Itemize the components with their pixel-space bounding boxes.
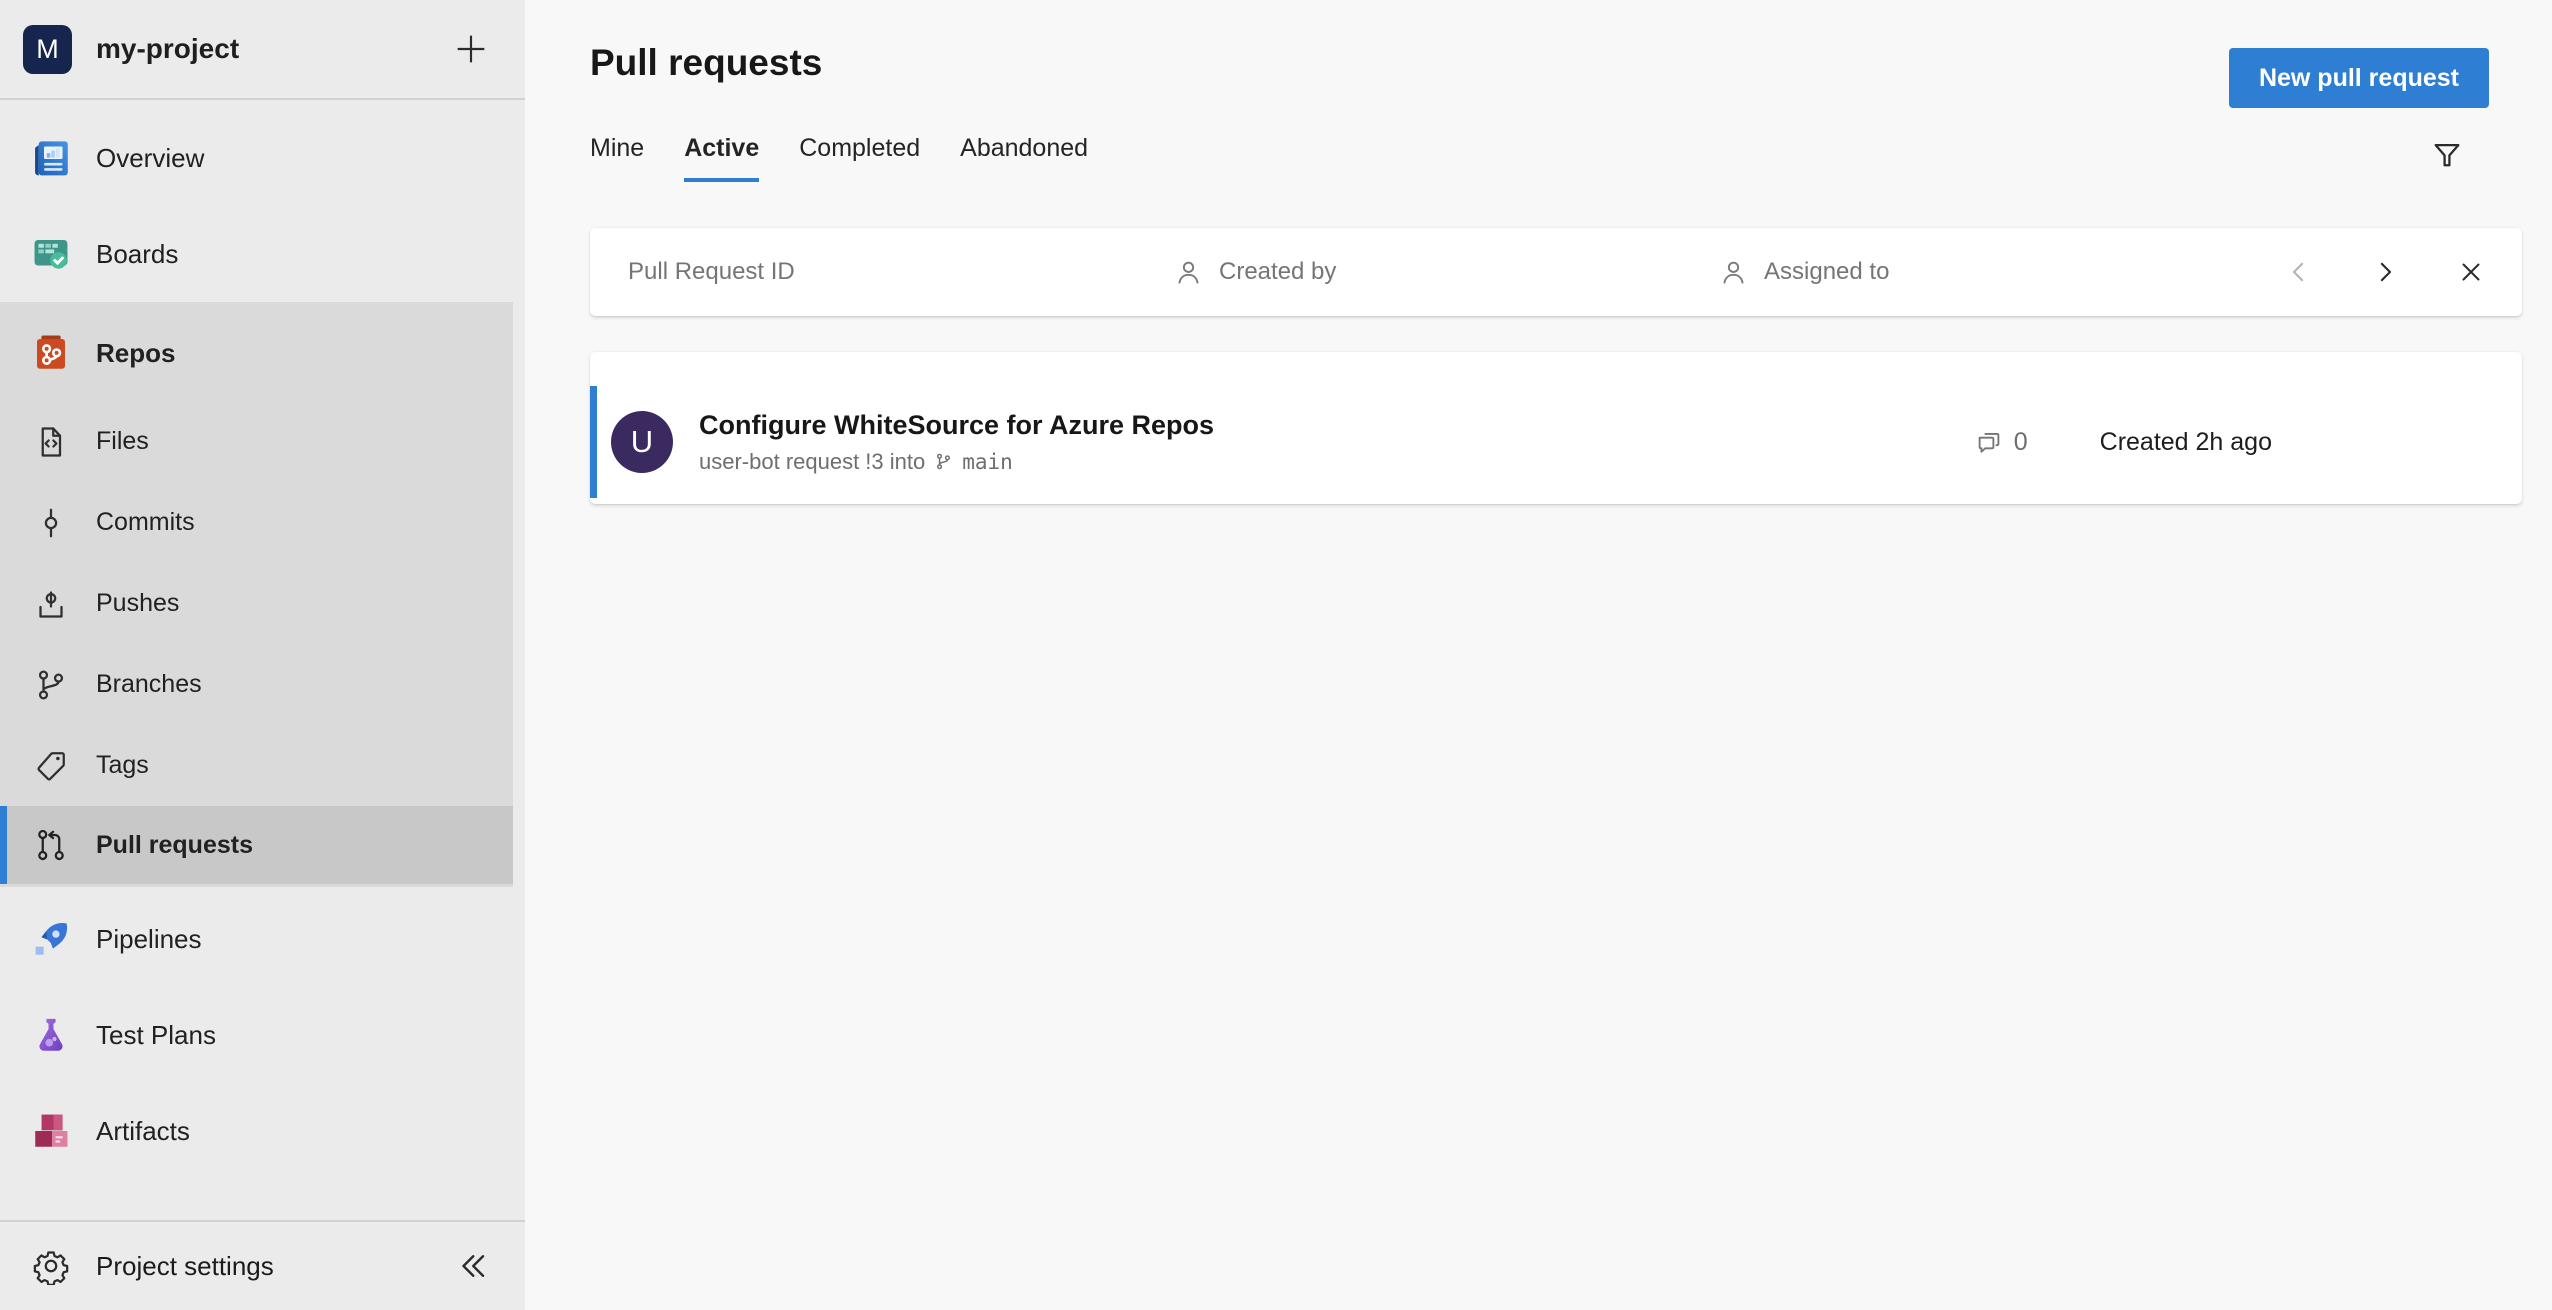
sidebar-item-label: Pull requests (96, 831, 253, 860)
sidebar-item-pipelines[interactable]: Pipelines (0, 891, 513, 987)
overview-icon (28, 137, 74, 179)
sidebar-item-label: Overview (96, 143, 204, 174)
comment-count-value: 0 (2014, 428, 2028, 457)
comment-count: 0 (1974, 427, 2028, 457)
next-filters-icon[interactable] (2370, 257, 2400, 287)
filter-nav (2284, 257, 2522, 287)
pull-request-title[interactable]: Configure WhiteSource for Azure Repos (699, 410, 1214, 441)
comments-icon (1974, 427, 2004, 457)
sidebar-item-label: Branches (96, 670, 202, 699)
pipelines-icon (28, 918, 74, 960)
created-time: Created 2h ago (2100, 428, 2272, 457)
tab-bar: Mine Active Completed Abandoned (590, 134, 2522, 182)
test-plans-icon (28, 1014, 74, 1056)
sidebar-item-label: Repos (96, 338, 175, 369)
sidebar-item-label: Boards (96, 239, 178, 270)
sidebar-item-tags[interactable]: Tags (0, 725, 513, 806)
sidebar-item-label: Tags (96, 751, 149, 780)
tags-icon (28, 748, 74, 784)
avatar: U (611, 411, 673, 473)
pull-request-text: Configure WhiteSource for Azure Repos us… (699, 410, 1214, 475)
assigned-to-filter[interactable]: Assigned to (1718, 257, 2263, 288)
sidebar-item-overview[interactable]: Overview (0, 110, 513, 206)
sidebar-item-label: Artifacts (96, 1116, 190, 1147)
project-logo: M (23, 25, 72, 74)
project-settings[interactable]: Project settings (0, 1220, 525, 1310)
filter-icon[interactable] (2430, 138, 2464, 172)
add-project-icon[interactable] (451, 29, 491, 69)
filter-bar: Pull Request ID Created by Assigned to (590, 228, 2522, 316)
tab-abandoned[interactable]: Abandoned (960, 134, 1088, 182)
boards-icon (28, 233, 74, 275)
sidebar-item-artifacts[interactable]: Artifacts (0, 1083, 513, 1179)
sidebar-item-commits[interactable]: Commits (0, 482, 513, 563)
project-header: M my-project (0, 0, 525, 100)
pull-request-row[interactable]: U Configure WhiteSource for Azure Repos … (590, 386, 2522, 498)
sidebar-item-label: Pipelines (96, 924, 202, 955)
sidebar-item-boards[interactable]: Boards (0, 206, 513, 302)
target-branch[interactable]: main (962, 450, 1013, 474)
pull-request-list: U Configure WhiteSource for Azure Repos … (590, 352, 2522, 504)
project-name: my-project (96, 33, 239, 65)
sidebar-item-label: Commits (96, 508, 195, 537)
person-icon (1718, 257, 1749, 288)
pull-request-subtitle: user-bot request !3 into main (699, 449, 1214, 475)
tab-completed[interactable]: Completed (799, 134, 920, 182)
branches-icon (28, 667, 74, 703)
tab-active[interactable]: Active (684, 134, 759, 182)
sidebar-item-repos[interactable]: Repos (0, 305, 513, 401)
sidebar-item-label: Pushes (96, 589, 179, 618)
pull-request-source: user-bot request !3 into (699, 449, 925, 475)
commits-icon (28, 505, 74, 541)
previous-filters-icon[interactable] (2284, 257, 2314, 287)
repos-icon (28, 332, 74, 374)
pull-request-id-filter[interactable]: Pull Request ID (628, 258, 1173, 286)
sidebar-item-label: Files (96, 427, 149, 456)
new-pull-request-button[interactable]: New pull request (2229, 48, 2489, 108)
sidebar-item-files[interactable]: Files (0, 401, 513, 482)
repos-group: Repos Files Commits (0, 302, 513, 887)
sidebar-item-label: Test Plans (96, 1020, 216, 1051)
pull-request-id-placeholder: Pull Request ID (628, 258, 795, 286)
sidebar-item-pushes[interactable]: Pushes (0, 563, 513, 644)
sidebar-item-branches[interactable]: Branches (0, 644, 513, 725)
pull-requests-icon (28, 827, 74, 863)
pushes-icon (28, 586, 74, 622)
sidebar-item-test-plans[interactable]: Test Plans (0, 987, 513, 1083)
close-filter-icon[interactable] (2456, 257, 2486, 287)
person-icon (1173, 257, 1204, 288)
sidebar-item-pull-requests[interactable]: Pull requests (0, 806, 513, 884)
tab-mine[interactable]: Mine (590, 134, 644, 182)
branch-icon (934, 452, 953, 471)
pull-request-meta: 0 Created 2h ago (1974, 427, 2272, 457)
created-by-filter[interactable]: Created by (1173, 257, 1718, 288)
project-settings-label: Project settings (96, 1251, 274, 1282)
created-by-placeholder: Created by (1219, 258, 1336, 286)
artifacts-icon (28, 1110, 74, 1152)
collapse-sidebar-icon[interactable] (453, 1248, 489, 1284)
main-content: Pull requests New pull request Mine Acti… (525, 0, 2552, 1310)
assigned-to-placeholder: Assigned to (1764, 258, 1889, 286)
files-icon (28, 424, 74, 460)
sidebar: M my-project Overview (0, 0, 525, 1310)
sidebar-nav: Overview Boards (0, 100, 525, 1220)
gear-icon (28, 1247, 74, 1285)
